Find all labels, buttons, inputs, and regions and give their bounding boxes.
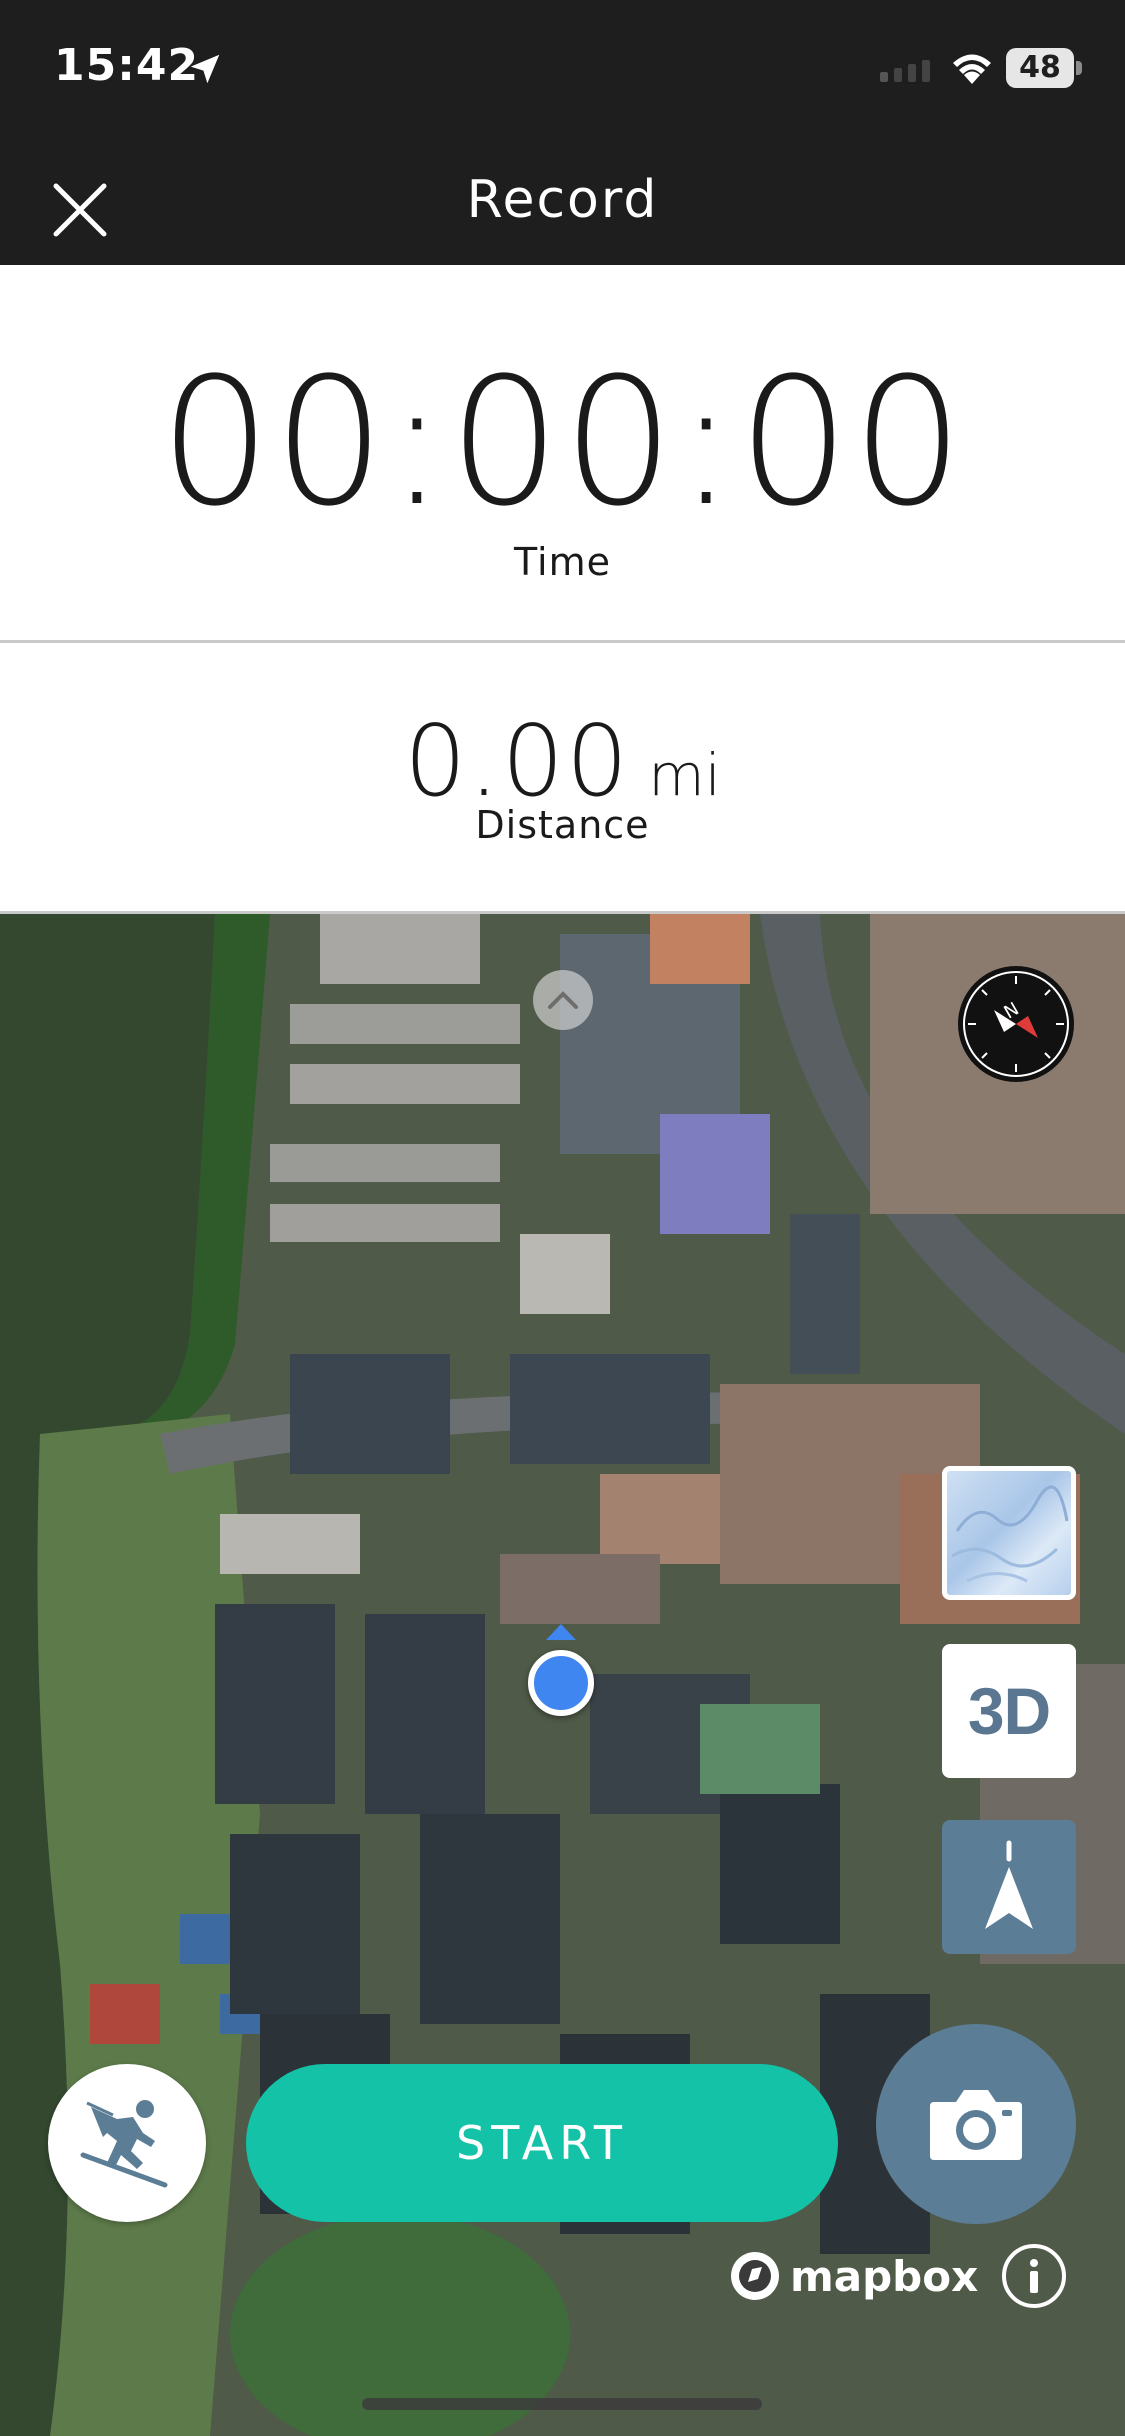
skiing-icon	[80, 2100, 168, 2188]
info-icon	[1030, 2259, 1038, 2293]
user-location-marker	[528, 1650, 594, 1716]
status-time: 15:42	[54, 40, 200, 91]
distance-panel: 0.00 mi Distance	[0, 643, 1125, 914]
compass-button[interactable]: N	[958, 966, 1074, 1082]
collapse-panel-button[interactable]	[533, 970, 593, 1030]
mapbox-attribution[interactable]: mapbox	[728, 2246, 978, 2306]
cellular-signal-icon	[880, 60, 930, 82]
camera-button[interactable]	[876, 2024, 1076, 2224]
terrain-layer-button[interactable]	[942, 1466, 1076, 1600]
distance-label: Distance	[475, 803, 650, 847]
timer-panel: 00:00:00 Time	[0, 265, 1125, 643]
distance-row: 0.00 mi	[0, 705, 1125, 819]
elapsed-time-label: Time	[514, 540, 611, 584]
battery-cap	[1076, 61, 1082, 75]
chevron-up-icon	[548, 991, 578, 1009]
elapsed-time: 00:00:00	[159, 340, 966, 545]
compass-icon: N	[963, 971, 1069, 1077]
heading-mode-button[interactable]	[942, 1820, 1076, 1954]
distance-unit: mi	[648, 741, 721, 809]
nav-header: Record	[0, 140, 1125, 265]
mapbox-wordmark: mapbox	[790, 2251, 979, 2301]
home-indicator	[362, 2398, 762, 2410]
toggle-3d-button[interactable]: 3D	[942, 1644, 1076, 1778]
terrain-layer-icon	[951, 1485, 1069, 1583]
location-arrow-icon	[190, 54, 220, 84]
heading-arrow-icon	[985, 1840, 1033, 1929]
activity-type-button[interactable]	[48, 2064, 206, 2222]
toggle-3d-label: 3D	[967, 1674, 1051, 1748]
status-bar: 15:42 48	[0, 0, 1125, 140]
map-info-button[interactable]	[1002, 2244, 1066, 2308]
distance-value: 0.00	[404, 705, 631, 819]
mapbox-logo-icon	[731, 2252, 779, 2300]
camera-icon	[930, 2090, 1022, 2160]
wifi-icon	[953, 54, 991, 84]
start-recording-button[interactable]: START	[246, 2064, 838, 2222]
battery-level: 48	[1006, 48, 1074, 88]
page-title: Record	[466, 170, 659, 230]
battery-indicator: 48	[1006, 48, 1082, 88]
user-heading-indicator	[546, 1624, 576, 1640]
